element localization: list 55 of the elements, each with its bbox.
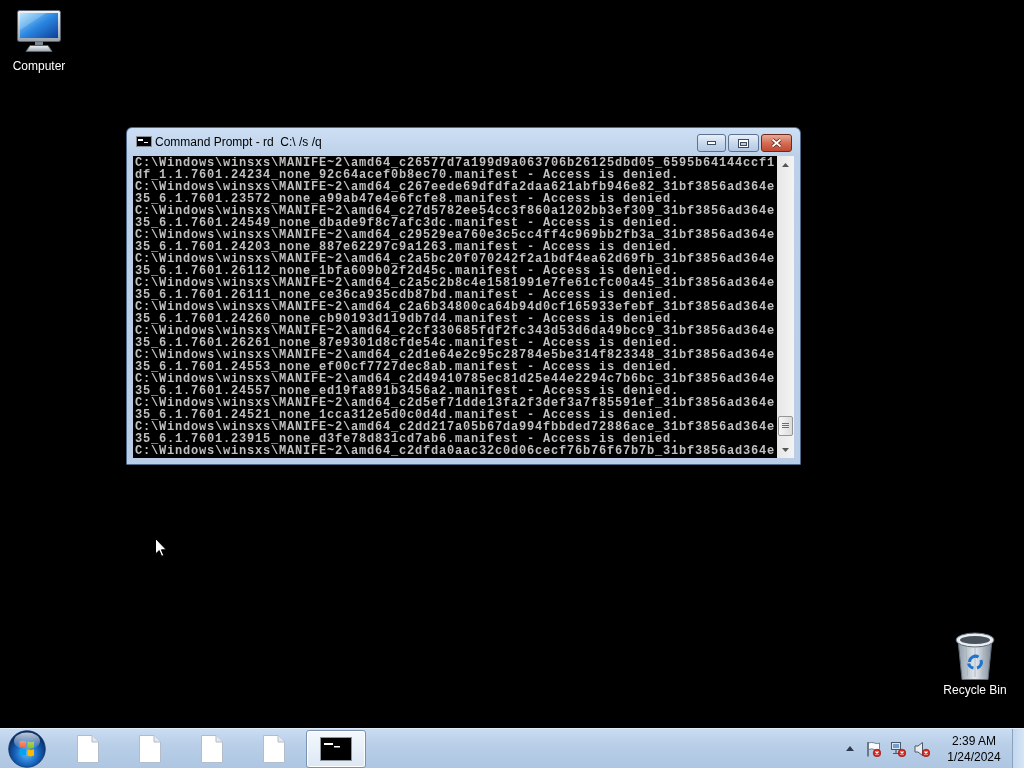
- console-line: 35_6.1.7601.23572_none_a99ab47e4e6fcfe8.manifest - Access is denied.: [135, 193, 680, 205]
- minimize-button[interactable]: [697, 134, 726, 152]
- console-line: C:\Windows\winsxs\MANIFE~2\amd64_c2cf330685fdf2fc343d53d6da49bcc9_31bf3856ad364e: [135, 325, 777, 337]
- console-line: C:\Windows\winsxs\MANIFE~2\amd64_c2a5bc20f070242f2a1bdf4ea62d69fb_31bf3856ad364e: [135, 253, 777, 265]
- taskbar-button[interactable]: [306, 729, 366, 768]
- console-line: C:\Windows\winsxs\MANIFE~2\amd64_c2a5c2b8c4e1581991e7fe61cfc00a45_31bf3856ad364e: [135, 277, 777, 289]
- console-line: C:\Windows\winsxs\MANIFE~2\amd64_c2dd217a05b67da994fbbded72886ace_31bf3856ad364e: [135, 421, 777, 433]
- maximize-icon: [738, 138, 749, 148]
- document-icon: [263, 734, 285, 763]
- console-line: C:\Windows\winsxs\MANIFE~2\amd64_c27d5782ee54cc3f860a1202bb3ef309_31bf3856ad364e: [135, 205, 777, 217]
- desktop-icon-label[interactable]: Recycle Bin: [943, 683, 1007, 697]
- console-line: 35_6.1.7601.24203_none_887e62297c9a1263.manifest - Access is denied.: [135, 241, 680, 253]
- console-line: C:\Windows\winsxs\MANIFE~2\amd64_c2d49410785ec81d25e44e2294c7b6bc_31bf3856ad364e: [135, 373, 777, 385]
- console-line: 35_6.1.7601.24549_none_dbade9f8c7afc3dc.manifest - Access is denied.: [135, 217, 680, 229]
- speaker-icon[interactable]: [914, 740, 930, 757]
- computer-icon[interactable]: [16, 10, 62, 52]
- console-line: C:\Windows\winsxs\MANIFE~2\amd64_c2a6b34800ca64b94d0cf165933efebf_31bf3856ad364e: [135, 301, 777, 313]
- scrollbar[interactable]: [777, 156, 794, 458]
- document-icon: [201, 734, 223, 763]
- clock-date: 1/24/2024: [947, 748, 1001, 765]
- up-arrow-icon[interactable]: [846, 746, 854, 751]
- console-line: 35_6.1.7601.24557_none_ed19fa891b3456a2.manifest - Access is denied.: [135, 385, 680, 397]
- console-line: 35_6.1.7601.26112_none_1bfa609b02f2d45c.manifest - Access is denied.: [135, 265, 680, 277]
- console-line: C:\Windows\winsxs\MANIFE~2\amd64_c29529ea760e3c5cc4ff4c969bb2fb3a_31bf3856ad364e: [135, 229, 777, 241]
- document-icon: [77, 734, 99, 763]
- console-app-icon: [136, 136, 152, 147]
- recycle-bin-icon[interactable]: [955, 632, 995, 680]
- console-line: C:\Windows\winsxs\MANIFE~2\amd64_c2d5ef71dde13fa2f3def3a7f85591ef_31bf3856ad364e: [135, 397, 777, 409]
- console-line: C:\Windows\winsxs\MANIFE~2\amd64_c26577d7a199d9a063706b26125dbd05_6595b64144ccf1: [135, 157, 777, 169]
- clock-time: 2:39 AM: [952, 732, 996, 749]
- start-orb-icon[interactable]: [8, 729, 46, 768]
- minimize-icon: [707, 141, 716, 145]
- console-line: C:\Windows\winsxs\MANIFE~2\amd64_c267eede69dfdfa2daa621abfb946e82_31bf3856ad364e: [135, 181, 777, 193]
- console-line: 35_6.1.7601.24521_none_1cca312e5d0c0d4d.manifest - Access is denied.: [135, 409, 680, 421]
- console-line: 35_6.1.7601.23915_none_d3fe78d831cd7ab6.manifest - Access is denied.: [135, 433, 680, 445]
- scrollbar-thumb[interactable]: [778, 416, 793, 436]
- maximize-button[interactable]: [728, 134, 759, 152]
- console-line: df_1.1.7601.24234_none_92c64acef0b8ec70.manifest - Access is denied.: [135, 169, 680, 181]
- document-icon: [139, 734, 161, 763]
- console-line: C:\Windows\winsxs\MANIFE~2\amd64_c2d1e64e2c95c28784e5be314f823348_31bf3856ad364e: [135, 349, 777, 361]
- console-line: 35_6.1.7601.24553_none_ef00cf7727dec8ab.manifest - Access is denied.: [135, 361, 680, 373]
- scroll-down-icon[interactable]: [782, 447, 789, 452]
- network-icon[interactable]: [890, 740, 906, 757]
- console-icon: [320, 736, 352, 761]
- window-title: Command Prompt - rd C:\ /s /q: [155, 135, 322, 150]
- close-button[interactable]: [761, 134, 792, 152]
- mouse-pointer-icon: [155, 538, 167, 557]
- console-line: 35_6.1.7601.24260_none_cb90193d119db7d4.manifest - Access is denied.: [135, 313, 680, 325]
- console-line: 35_6.1.7601.26261_none_87e9301d8cfde54c.manifest - Access is denied.: [135, 337, 680, 349]
- close-icon: [771, 138, 782, 148]
- console-line: 35_6.1.7601.26111_none_ce36ca935cdb87bd.manifest - Access is denied.: [135, 289, 680, 301]
- desktop-icon-label[interactable]: Computer: [12, 59, 66, 73]
- flag-icon[interactable]: [865, 740, 881, 757]
- scroll-up-icon[interactable]: [782, 162, 789, 167]
- console-line: C:\Windows\winsxs\MANIFE~2\amd64_c2dfda0aac32c0d06cecf76b76f67b7b_31bf3856ad364e: [135, 445, 777, 457]
